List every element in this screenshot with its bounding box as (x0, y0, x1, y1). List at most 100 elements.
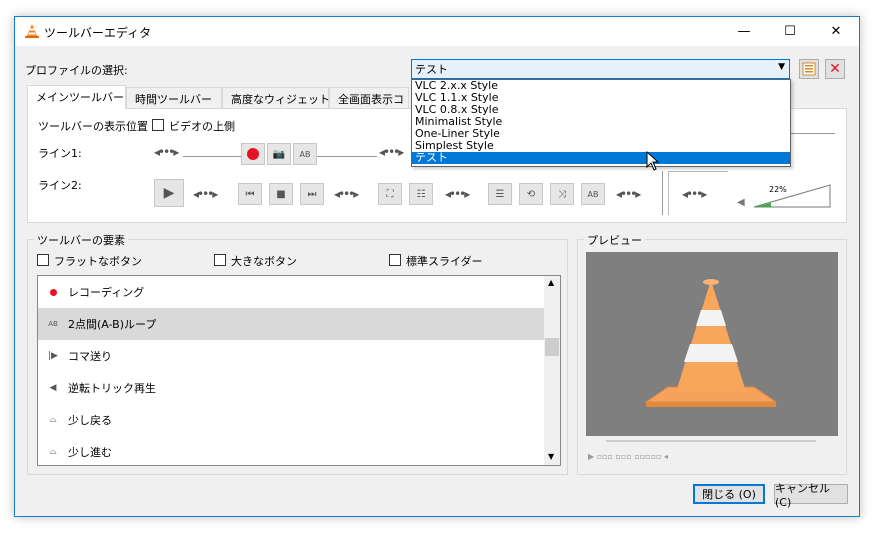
list-item-label: 2点間(A-B)ループ (68, 318, 157, 331)
record-button[interactable] (241, 143, 265, 165)
list-item[interactable]: レコーディング (38, 276, 545, 308)
equalizer-icon: ☷ (416, 188, 426, 200)
spacer-icon: ◂•••▸ (379, 145, 404, 159)
loop-button[interactable]: ⟲ (519, 183, 543, 205)
tab-fullscreen[interactable]: 全画面表示コ (329, 87, 409, 109)
big-buttons-checkbox[interactable] (214, 254, 226, 266)
record-icon (46, 285, 60, 299)
list-scrollbar[interactable]: ▲ ▼ (544, 276, 560, 465)
playlist-button[interactable]: ☰ (488, 183, 512, 205)
tab-time-toolbar[interactable]: 時間ツールバー (126, 87, 222, 109)
cancel-button[interactable]: キャンセル (C) (774, 482, 848, 509)
shuffle-button[interactable]: ⤨ (550, 183, 574, 205)
volume-percent: 22% (769, 185, 787, 194)
line1-divider-2 (317, 156, 377, 157)
minimize-icon: — (737, 24, 751, 39)
profile-option-selected[interactable]: テスト (412, 152, 790, 164)
close-button[interactable]: 閉じる (O) (693, 484, 765, 504)
toolbar-elements-list[interactable]: レコーディング ꓮB 2点間(A-B)ループ |▶ コマ送り ◀ 逆転トリック再… (37, 275, 561, 466)
chevron-up-icon[interactable]: ▲ (548, 278, 554, 287)
toolbar-elements-title: ツールバーの要素 (34, 232, 128, 248)
profile-selected-value: テスト (415, 63, 448, 76)
toolbar-editor-window: ツールバーエディタ — ☐ ✕ プロファイルの選択: テスト ▼ ✕ メインツー… (14, 16, 860, 517)
spacer-icon: ◂•••▸ (682, 187, 707, 201)
stop-icon: ■ (276, 188, 286, 200)
ab-loop-button[interactable]: AB (293, 143, 317, 165)
preview-area (586, 252, 838, 436)
above-video-checkbox[interactable] (152, 119, 164, 131)
delete-icon: ✕ (829, 61, 841, 77)
previous-button[interactable]: ⏮ (238, 183, 262, 205)
stop-button[interactable]: ■ (269, 183, 293, 205)
list-item[interactable]: ⌓ 少し進む (38, 436, 545, 465)
extended-settings-button[interactable]: ☷ (409, 183, 433, 205)
list-item[interactable]: ◀ 逆転トリック再生 (38, 372, 545, 404)
minimize-button[interactable]: — (721, 17, 767, 46)
window-title: ツールバーエディタ (44, 26, 152, 40)
spacer-icon: ◂•••▸ (445, 187, 470, 201)
spacer-icon: ◂•••▸ (193, 187, 218, 201)
ab-loop-icon: AB (587, 189, 599, 199)
list-item-label: 逆転トリック再生 (68, 382, 156, 395)
close-window-button[interactable]: ✕ (813, 17, 859, 46)
line1-label: ライン1: (38, 147, 82, 160)
line2-divider (662, 171, 663, 215)
playlist-icon: ☰ (495, 188, 505, 200)
list-item-label: 少し進む (68, 446, 112, 459)
list-item[interactable]: |▶ コマ送り (38, 340, 545, 372)
jump-back-icon: ⌓ (49, 415, 57, 425)
chevron-down-icon: ▼ (778, 62, 785, 72)
profile-edit-icon (802, 62, 816, 76)
reverse-icon: ◀ (49, 383, 57, 393)
play-button[interactable]: ▶ (154, 179, 184, 207)
close-icon: ✕ (830, 24, 842, 39)
list-item-label: レコーディング (68, 286, 145, 299)
shuffle-icon: ⤨ (558, 188, 566, 200)
scrollbar-thumb[interactable] (545, 338, 559, 356)
preview-seekbar (606, 440, 816, 442)
line2-label: ライン2: (38, 179, 82, 192)
fullscreen-button[interactable]: ⛶ (378, 183, 402, 205)
frame-step-icon: |▶ (48, 351, 58, 361)
ab-loop-icon: AB (299, 149, 311, 159)
flat-buttons-label: フラットなボタン (54, 255, 142, 268)
save-profile-button[interactable] (799, 59, 819, 79)
list-item-label: 少し戻る (68, 414, 112, 427)
title-bar: ツールバーエディタ — ☐ ✕ (15, 17, 859, 46)
maximize-icon: ☐ (784, 24, 796, 39)
native-slider-checkbox[interactable] (389, 254, 401, 266)
next-button[interactable]: ⏭ (300, 183, 324, 205)
preview-title: プレビュー (584, 232, 645, 248)
line1-divider (183, 156, 241, 157)
profile-dropdown-list[interactable]: VLC 2.x.x Style VLC 1.1.x Style VLC 0.8.… (411, 79, 791, 167)
spacer-icon: ◂•••▸ (154, 145, 179, 159)
next-icon: ⏭ (307, 188, 317, 200)
ab-loop-button-2[interactable]: AB (581, 183, 605, 205)
volume-slider[interactable] (752, 183, 832, 209)
above-video-label: ビデオの上側 (169, 120, 235, 133)
preview-toolbar: ▶ ▫▫▫ ▫▫▫ ▫▫▫▫▫ ◂ (586, 436, 838, 466)
tab-main-toolbar[interactable]: メインツールバー (27, 85, 126, 109)
chevron-down-icon[interactable]: ▼ (548, 452, 554, 461)
ab-loop-icon: ꓮB (48, 320, 58, 328)
preview-play-icon: ▶ ▫▫▫ ▫▫▫ ▫▫▫▫▫ ◂ (588, 452, 668, 461)
list-item[interactable]: ꓮB 2点間(A-B)ループ (38, 308, 545, 340)
previous-icon: ⏮ (245, 188, 255, 200)
flat-buttons-checkbox[interactable] (37, 254, 49, 266)
snapshot-button[interactable]: 📷 (267, 143, 291, 165)
toolbar-position-label: ツールバーの表示位置 (38, 120, 148, 133)
list-item[interactable]: ⌓ 少し戻る (38, 404, 545, 436)
maximize-button[interactable]: ☐ (767, 17, 813, 46)
profile-select[interactable]: テスト ▼ (411, 59, 790, 79)
vlc-cone-icon (25, 24, 39, 38)
delete-profile-button[interactable]: ✕ (825, 59, 845, 79)
jump-forward-icon: ⌓ (49, 447, 57, 457)
tab-advanced-widget[interactable]: 高度なウィジェット (222, 87, 330, 109)
play-icon: ▶ (163, 185, 175, 201)
list-item-label: コマ送り (68, 350, 112, 363)
fullscreen-icon: ⛶ (386, 188, 394, 200)
spacer-icon: ◂•••▸ (616, 187, 641, 201)
profile-label: プロファイルの選択: (25, 64, 128, 77)
profile-option[interactable]: Simplest Style (412, 140, 790, 152)
spacer-icon: ◂•••▸ (334, 187, 359, 201)
